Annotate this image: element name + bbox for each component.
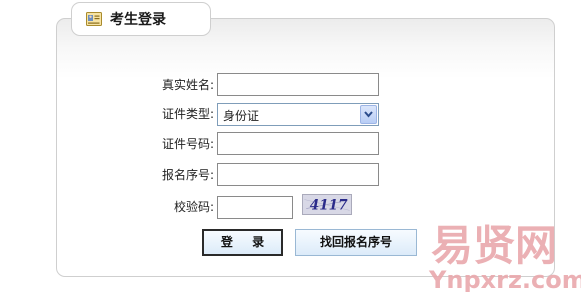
regno-input[interactable] (217, 163, 379, 186)
login-button[interactable]: 登 录 (202, 229, 283, 256)
name-label: 真实姓名: (161, 78, 214, 92)
id-card-icon (86, 12, 102, 26)
panel-title-tab: 考生登录 (71, 2, 211, 36)
idnumber-label: 证件号码: (161, 137, 214, 151)
captcha-text: 4117 (310, 197, 348, 213)
idtype-select[interactable]: 身份证 (217, 103, 379, 126)
idtype-selected-value: 身份证 (223, 109, 260, 123)
idtype-label: 证件类型: (161, 107, 214, 121)
name-input[interactable] (217, 73, 379, 96)
chevron-down-icon[interactable] (360, 105, 377, 124)
idnumber-input[interactable] (217, 132, 379, 155)
watermark-url: Ynpxrz.com (428, 266, 581, 292)
captcha-image[interactable]: 4117 (302, 194, 352, 215)
watermark-title: 易贤网 (431, 221, 557, 270)
captcha-input[interactable] (217, 196, 293, 219)
page-title: 考生登录 (110, 12, 166, 28)
regno-label: 报名序号: (161, 168, 214, 182)
find-regno-button[interactable]: 找回报名序号 (295, 229, 417, 256)
site-watermark: 易贤网 Ynpxrz.com (428, 221, 581, 292)
captcha-label: 校验码: (173, 200, 214, 214)
